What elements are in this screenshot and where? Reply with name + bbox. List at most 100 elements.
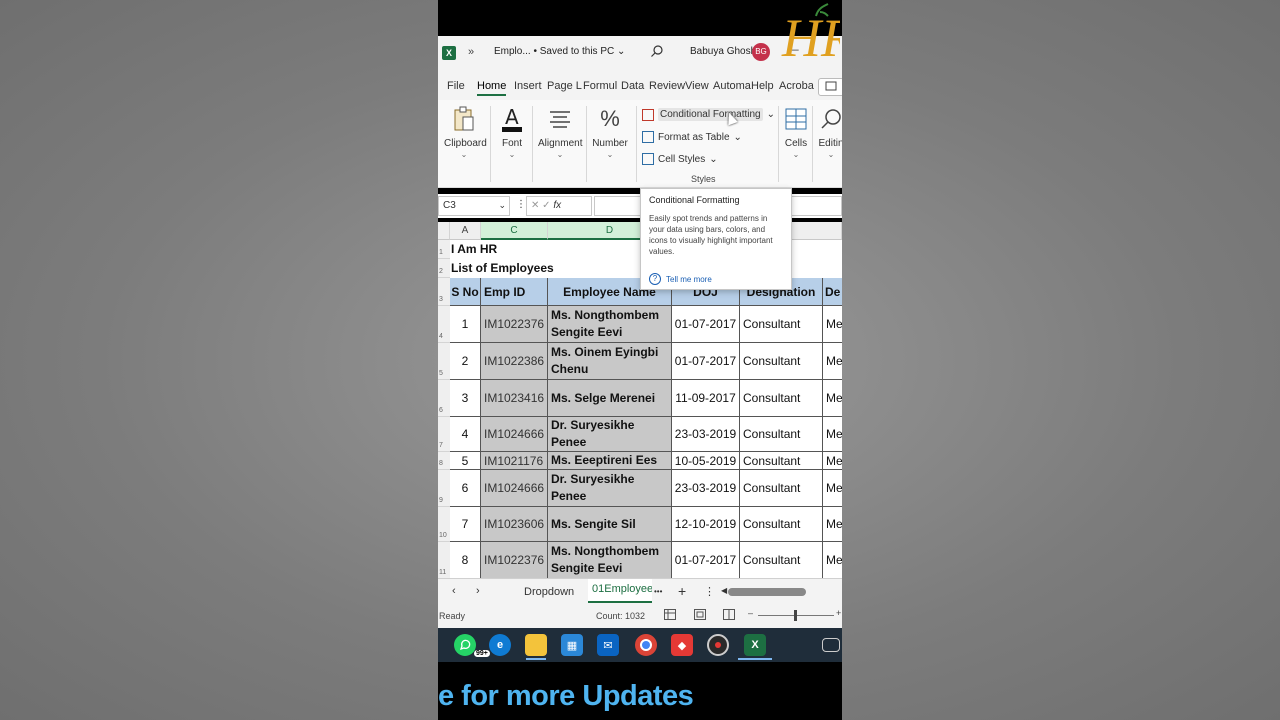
clipboard-group[interactable]: Clipboard ⌄ xyxy=(444,104,487,159)
zoom-in-button[interactable]: + xyxy=(836,608,841,618)
row-header[interactable]: 9 xyxy=(438,470,450,507)
editing-group[interactable]: Editin ⌄ xyxy=(816,104,842,159)
tab-page-layout[interactable]: Page L xyxy=(547,80,582,92)
column-header-c[interactable]: C xyxy=(481,222,548,240)
row-header[interactable]: 5 xyxy=(438,343,450,380)
row-header[interactable]: 11 xyxy=(438,542,450,578)
user-name[interactable]: Babuya Ghosh xyxy=(690,46,756,57)
row-header[interactable]: 10 xyxy=(438,507,450,542)
chrome-icon[interactable] xyxy=(635,634,657,656)
formula-bar-handle-icon[interactable]: ⋮ xyxy=(516,199,526,210)
recorder-icon[interactable] xyxy=(707,634,729,656)
horizontal-scrollbar[interactable] xyxy=(728,588,806,596)
row-header[interactable]: 7 xyxy=(438,417,450,452)
cell-doj[interactable]: 01-07-2017 xyxy=(672,343,740,380)
cell-designation[interactable]: Consultant xyxy=(740,343,823,380)
cell-designation[interactable]: Consultant xyxy=(740,306,823,343)
row-header[interactable]: 6 xyxy=(438,380,450,417)
cell-emp-id[interactable]: IM1021176 xyxy=(481,452,548,470)
sheet-tab-dropdown[interactable]: Dropdown xyxy=(524,586,574,598)
number-group[interactable]: % Number ⌄ xyxy=(592,104,628,159)
cell-employee-name[interactable]: Dr. Suryesikhe Penee xyxy=(548,417,672,452)
show-desktop-icon[interactable] xyxy=(822,638,840,652)
cell-doj[interactable]: 12-10-2019 xyxy=(672,507,740,542)
tab-insert[interactable]: Insert xyxy=(514,80,542,92)
tab-review[interactable]: Review xyxy=(649,80,685,92)
anydesk-icon[interactable]: ◆ xyxy=(671,634,693,656)
cell-designation[interactable]: Consultant xyxy=(740,470,823,507)
row-header[interactable]: 3 xyxy=(438,278,450,306)
row-header[interactable]: 1 xyxy=(438,240,450,259)
tab-data[interactable]: Data xyxy=(621,80,644,92)
scroll-left-icon[interactable]: ◀ xyxy=(721,586,727,595)
cell-designation[interactable]: Consultant xyxy=(740,507,823,542)
cell-doj[interactable]: 23-03-2019 xyxy=(672,470,740,507)
cell-employee-name[interactable]: Ms. Nongthombem Sengite Eevi xyxy=(548,306,672,343)
cell-sno[interactable]: 7 xyxy=(450,507,481,542)
select-all-corner[interactable] xyxy=(438,222,450,240)
cell-sno[interactable]: 5 xyxy=(450,452,481,470)
sheet-options-icon[interactable]: ⋮ xyxy=(704,585,715,598)
tab-view[interactable]: View xyxy=(685,80,709,92)
cell-department[interactable]: Me xyxy=(823,452,842,470)
sheet-tab-active[interactable]: 01Employee xyxy=(588,579,652,603)
cell-emp-id[interactable]: IM1022386 xyxy=(481,343,548,380)
comments-button[interactable] xyxy=(818,78,842,96)
header-cell-sno[interactable]: S No xyxy=(450,278,481,306)
excel-taskbar-icon[interactable]: X xyxy=(744,634,766,656)
row-header[interactable]: 8 xyxy=(438,452,450,470)
cell-emp-id[interactable]: IM1022376 xyxy=(481,306,548,343)
row-header[interactable]: 2 xyxy=(438,259,450,278)
cell-department[interactable]: Me xyxy=(823,507,842,542)
cell-designation[interactable]: Consultant xyxy=(740,380,823,417)
row-header[interactable]: 4 xyxy=(438,306,450,343)
conditional-formatting-button[interactable]: Conditional Formatting ⌄ xyxy=(642,108,775,121)
cell-department[interactable]: Me xyxy=(823,343,842,380)
avatar[interactable]: BG xyxy=(752,43,770,61)
cell-department[interactable]: Me xyxy=(823,542,842,578)
cell-sno[interactable]: 4 xyxy=(450,417,481,452)
whatsapp-icon[interactable]: 99+ xyxy=(454,634,490,657)
formula-input[interactable] xyxy=(594,196,642,216)
tab-automate[interactable]: Automa xyxy=(713,80,751,92)
normal-view-icon[interactable] xyxy=(664,609,676,622)
sheet-prev-icon[interactable]: ‹ xyxy=(452,585,456,597)
store-icon[interactable]: ▦ xyxy=(561,634,583,656)
cell-emp-id[interactable]: IM1022376 xyxy=(481,542,548,578)
tab-acrobat[interactable]: Acroba xyxy=(779,80,814,92)
file-explorer-icon[interactable] xyxy=(525,634,547,656)
cell-department[interactable]: Me xyxy=(823,417,842,452)
sheet-title[interactable]: I Am HR xyxy=(451,242,497,256)
cell-styles-button[interactable]: Cell Styles ⌄ xyxy=(642,153,718,165)
more-sheets-icon[interactable]: ••• xyxy=(654,587,662,596)
cell-doj[interactable]: 23-03-2019 xyxy=(672,417,740,452)
cell-doj[interactable]: 11-09-2017 xyxy=(672,380,740,417)
cell-doj[interactable]: 01-07-2017 xyxy=(672,542,740,578)
cell-designation[interactable]: Consultant xyxy=(740,417,823,452)
tab-home[interactable]: Home xyxy=(477,80,507,96)
tab-help[interactable]: Help xyxy=(751,80,774,92)
cell-emp-id[interactable]: IM1024666 xyxy=(481,417,548,452)
cell-sno[interactable]: 1 xyxy=(450,306,481,343)
tell-me-more-link[interactable]: ? Tell me more xyxy=(649,273,712,285)
cell-emp-id[interactable]: IM1023606 xyxy=(481,507,548,542)
sheet-next-icon[interactable]: › xyxy=(476,585,480,597)
formula-input-right[interactable] xyxy=(790,196,842,216)
name-box[interactable]: C3 ⌄ xyxy=(438,196,510,216)
alignment-group[interactable]: Alignment ⌄ xyxy=(538,104,582,159)
search-icon[interactable] xyxy=(650,44,664,61)
cell-sno[interactable]: 2 xyxy=(450,343,481,380)
header-cell-department[interactable]: De xyxy=(823,278,842,306)
edge-icon[interactable]: e xyxy=(489,634,511,656)
cell-employee-name[interactable]: Ms. Oinem Eyingbi Chenu xyxy=(548,343,672,380)
cell-sno[interactable]: 3 xyxy=(450,380,481,417)
zoom-out-button[interactable]: – xyxy=(748,608,753,618)
cell-sno[interactable]: 6 xyxy=(450,470,481,507)
cell-employee-name[interactable]: Ms. Selge Merenei xyxy=(548,380,672,417)
tab-file[interactable]: File xyxy=(447,80,465,92)
cell-doj[interactable]: 10-05-2019 xyxy=(672,452,740,470)
format-as-table-button[interactable]: Format as Table ⌄ xyxy=(642,131,742,143)
cell-department[interactable]: Me xyxy=(823,380,842,417)
font-group[interactable]: A Font ⌄ xyxy=(496,104,528,159)
header-cell-empid[interactable]: Emp ID xyxy=(481,278,548,306)
